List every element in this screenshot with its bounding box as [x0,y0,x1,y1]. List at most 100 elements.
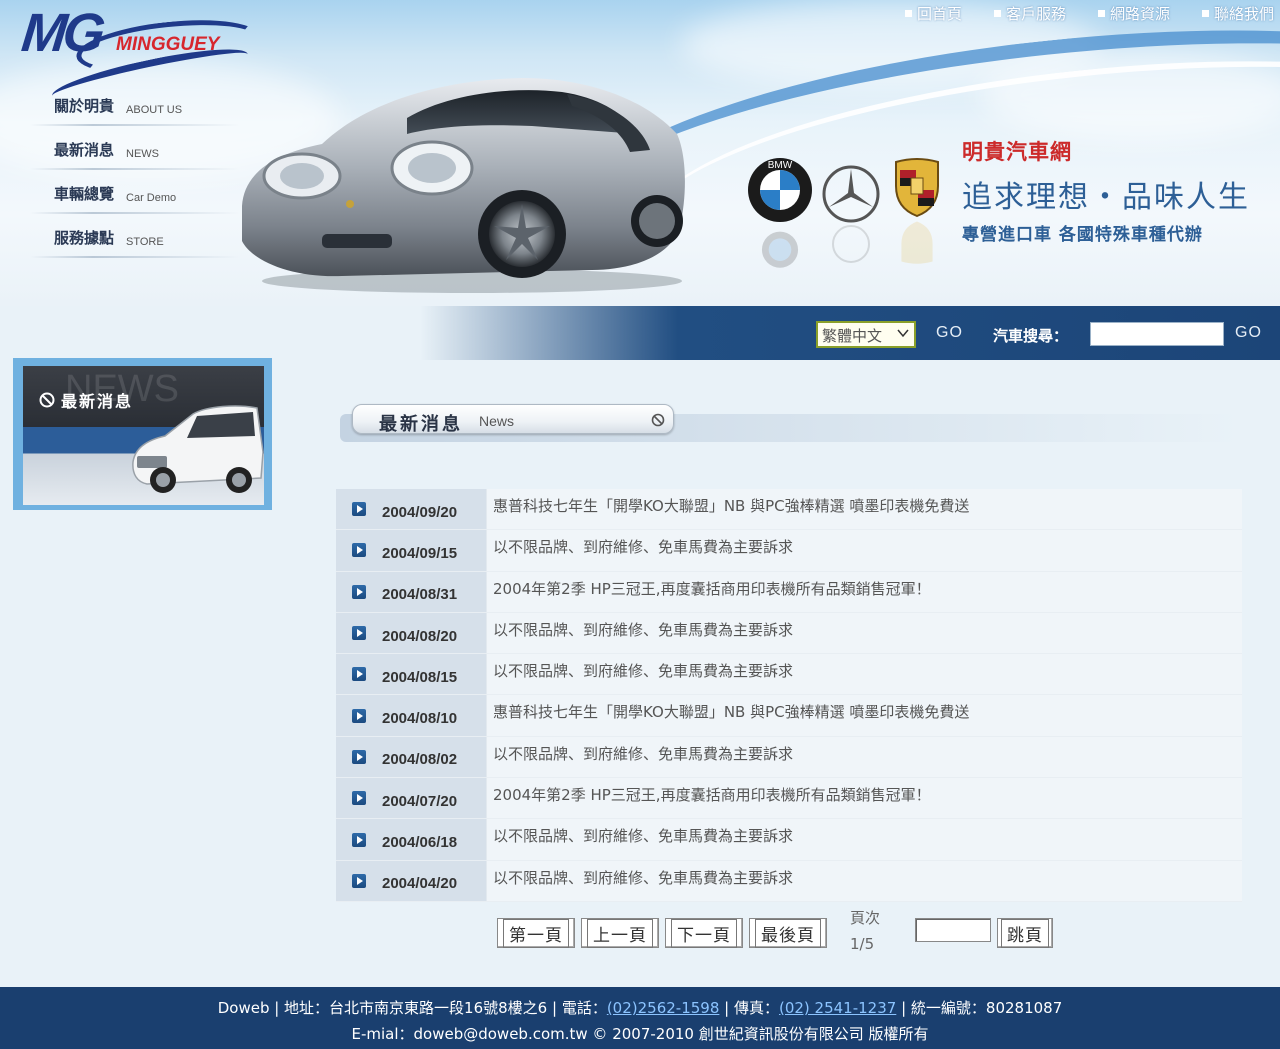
news-banner-image: NEWS 最新消息 [23,366,264,505]
search-input[interactable] [1090,322,1224,346]
news-date-cell: 2004/08/15 [336,654,486,695]
news-row[interactable]: 2004/08/10 惠普科技七年生「開學KO大聯盟」NB 與PC強棒精選 噴墨印… [336,695,1242,737]
language-go-button[interactable]: GO [936,324,963,342]
news-date: 2004/08/31 [382,586,458,604]
jump-page-button[interactable]: 跳頁 [997,918,1053,948]
top-nav: 回首頁 客戶服務 網路資源 聯絡我們 [904,3,1274,24]
menu-item-sublabel: NEWS [126,148,160,160]
news-headline-link[interactable]: 2004年第2季 HP三冠王,再度囊括商用印表機所有品類銷售冠軍！ [486,571,1242,612]
mercedes-logo-icon [822,165,880,223]
news-table: 2004/09/20 惠普科技七年生「開學KO大聯盟」NB 與PC強棒精選 噴墨印… [336,489,1242,902]
news-row[interactable]: 2004/09/15 以不限品牌、到府維修、免車馬費為主要訴求 [336,530,1242,572]
news-date: 2004/08/10 [382,710,458,728]
news-row[interactable]: 2004/09/20 惠普科技七年生「開學KO大聯盟」NB 與PC強棒精選 噴墨印… [336,489,1242,531]
left-menu: 關於明貴 ABOUT US 最新消息 NEWS 車輛總覽 Car Demo 服務據點 S… [30,84,240,260]
news-row[interactable]: 2004/08/15 以不限品牌、到府維修、免車馬費為主要訴求 [336,654,1242,696]
news-headline-link[interactable]: 以不限品牌、到府維修、免車馬費為主要訴求 [486,860,1242,901]
play-arrow-icon [352,791,366,806]
search-go-button[interactable]: GO [1235,324,1262,342]
next-page-button[interactable]: 下一頁 [665,918,743,948]
jump-page-label: 跳頁 [1001,918,1049,948]
top-nav-label: 客戶服務 [1005,5,1066,23]
language-select[interactable]: 繁體中文 [816,321,916,348]
news-headline-link[interactable]: 以不限品牌、到府維修、免車馬費為主要訴求 [486,612,1242,654]
footer-line-2: E-mial：doweb@doweb.com.tw © 2007-2010 創世… [351,1025,929,1043]
prev-page-label: 上一頁 [587,918,653,948]
play-arrow-icon [352,873,366,888]
news-date-cell: 2004/07/20 [336,778,486,819]
news-headline-link[interactable]: 以不限品牌、到府維修、免車馬費為主要訴求 [486,530,1242,571]
bullet-icon [904,10,912,17]
section-title-pill: 最新消息 News [352,404,674,435]
news-row[interactable]: 2004/04/20 以不限品牌、到府維修、免車馬費為主要訴求 [336,860,1242,902]
section-title-zh: 最新消息 [379,414,463,435]
mercedes-reflection [832,225,870,263]
section-title: 最新消息 News [340,400,1240,444]
news-headline-link[interactable]: 惠普科技七年生「開學KO大聯盟」NB 與PC強棒精選 噴墨印表機免費送 [486,489,1242,530]
search-bar: 繁體中文 GO 汽車搜尋： GO [0,306,1280,360]
news-headline-link[interactable]: 以不限品牌、到府維修、免車馬費為主要訴求 [486,654,1242,695]
pagination: 第一頁 上一頁 下一頁 最後頁 頁次 1/5 跳頁 [497,909,1057,955]
news-date: 2004/08/15 [382,668,458,686]
last-page-label: 最後頁 [755,918,821,948]
hero-car-image [242,78,685,293]
first-page-button[interactable]: 第一頁 [497,918,575,948]
news-date-cell: 2004/08/02 [336,736,486,778]
menu-item-car-demo[interactable]: 車輛總覽 Car Demo [30,172,240,216]
news-headline-link[interactable]: 惠普科技七年生「開學KO大聯盟」NB 與PC強棒精選 噴墨印表機免費送 [486,695,1242,736]
news-date-cell: 2004/08/10 [336,695,486,736]
no-entry-icon [39,392,55,408]
news-headline-link[interactable]: 以不限品牌、到府維修、免車馬費為主要訴求 [486,736,1242,778]
logo-mark: MG [18,3,105,63]
top-nav-contact[interactable]: 聯絡我們 [1201,3,1274,24]
menu-item-label: 車輛總覽 [54,185,115,203]
news-banner[interactable]: NEWS 最新消息 [13,358,272,510]
news-row[interactable]: 2004/08/20 以不限品牌、到府維修、免車馬費為主要訴求 [336,612,1242,655]
play-arrow-icon [352,584,366,599]
play-arrow-icon [352,832,366,847]
top-nav-customer-service[interactable]: 客戶服務 [993,3,1066,24]
news-banner-title-text: 最新消息 [61,392,134,411]
prev-page-button[interactable]: 上一頁 [581,918,659,948]
tagline: 明貴汽車網 追求理想・品味人生 專營進口車 各國特殊車種代辦 [962,136,1250,245]
menu-item-about[interactable]: 關於明貴 ABOUT US [30,84,240,128]
news-headline-link[interactable]: 2004年第2季 HP三冠王,再度囊括商用印表機所有品類銷售冠軍！ [486,778,1242,819]
last-page-button[interactable]: 最後頁 [749,918,827,948]
chevron-down-icon [897,329,909,338]
news-row[interactable]: 2004/07/20 2004年第2季 HP三冠王,再度囊括商用印表機所有品類銷售… [336,778,1242,820]
news-row[interactable]: 2004/06/18 以不限品牌、到府維修、免車馬費為主要訴求 [336,819,1242,861]
menu-item-label: 關於明貴 [54,97,115,115]
bmw-reflection [761,231,799,268]
footer-phone-link[interactable]: (02)2562-1598 [607,999,720,1017]
menu-item-store[interactable]: 服務據點 STORE [30,216,240,260]
news-headline-link[interactable]: 以不限品牌、到府維修、免車馬費為主要訴求 [486,819,1242,860]
menu-item-news[interactable]: 最新消息 NEWS [30,128,240,172]
news-row[interactable]: 2004/08/02 以不限品牌、到府維修、免車馬費為主要訴求 [336,736,1242,779]
footer-fax-link[interactable]: (02) 2541-1237 [779,999,896,1017]
news-date: 2004/06/18 [382,834,458,852]
bullet-icon [993,10,1001,17]
news-date-cell: 2004/09/15 [336,530,486,571]
jump-page-input[interactable] [915,918,991,942]
top-nav-label: 聯絡我們 [1213,5,1274,23]
news-date: 2004/07/20 [382,792,458,810]
language-select-value: 繁體中文 [822,327,883,345]
site-logo[interactable]: MG MINGGUEY [18,3,265,111]
first-page-label: 第一頁 [503,918,569,948]
top-nav-resources[interactable]: 網路資源 [1097,3,1170,24]
play-arrow-icon [352,543,366,558]
footer: Doweb | 地址：台北市南京東路一段16號8樓之6 | 電話：(02)256… [0,987,1280,1049]
no-entry-icon [651,413,665,427]
top-nav-home[interactable]: 回首頁 [904,3,962,24]
top-nav-label: 回首頁 [916,5,962,23]
news-row[interactable]: 2004/08/31 2004年第2季 HP三冠王,再度囊括商用印表機所有品類銷售… [336,571,1242,613]
news-date: 2004/09/15 [382,544,458,562]
play-arrow-icon [352,708,366,723]
page-label: 頁次 [850,909,881,927]
footer-fax-label: | 傳真： [719,999,779,1017]
slogan-subtitle: 專營進口車 各國特殊車種代辦 [962,225,1203,245]
brand-logos: BMW [746,154,946,274]
header: MG MINGGUEY 回首頁 客戶服務 網路資源 聯絡我們 關於明貴 ABOUT… [0,0,1280,306]
news-date-cell: 2004/04/20 [336,860,486,901]
play-arrow-icon [352,749,366,764]
